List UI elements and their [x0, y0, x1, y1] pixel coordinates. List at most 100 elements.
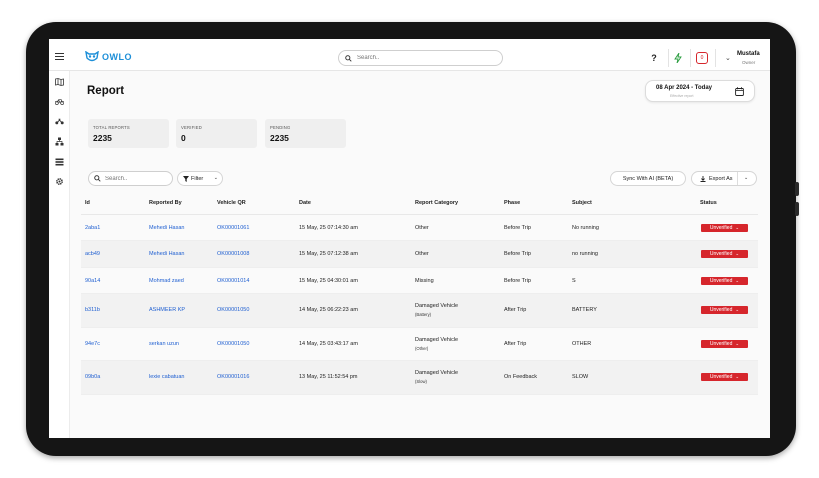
status-dropdown[interactable]: Unverified ⌄ [701, 306, 748, 314]
chevron-down-icon: ⌄ [735, 374, 740, 379]
status-dropdown[interactable]: Unverified ⌄ [701, 277, 748, 285]
table-row[interactable]: 90a14 Mohmad zaed OK00001014 15 May, 25 … [81, 268, 758, 294]
date-range-hint: Effective report [670, 94, 694, 98]
logo-text: OWLO [102, 51, 132, 62]
divider [668, 49, 669, 67]
report-category: Other [415, 225, 429, 231]
map-icon[interactable] [55, 77, 64, 86]
chevron-down-icon[interactable]: ⌄ [725, 54, 731, 62]
status-label: Unverified [709, 251, 733, 257]
col-header-vehicle-qr[interactable]: Vehicle QR [217, 200, 246, 206]
reports-table: Id Reported By Vehicle QR Date Report Ca… [81, 193, 758, 395]
sync-ai-button[interactable]: Sync With AI (BETA) [610, 171, 686, 186]
status-label: Unverified [709, 374, 733, 380]
stat-total-reports: TOTAL REPORTS 2235 [88, 119, 169, 148]
report-id-link[interactable]: acb49 [85, 251, 100, 257]
reporter-link[interactable]: Mohmad zaed [149, 278, 184, 284]
col-header-phase[interactable]: Phase [504, 200, 520, 206]
stat-verified: VERIFIED 0 [176, 119, 257, 148]
report-subject: OTHER [572, 341, 592, 347]
col-header-reported-by[interactable]: Reported By [149, 200, 182, 206]
top-bar: OWLO ? 0 ⌄ Mustafa Owner [49, 39, 770, 71]
hamburger-icon[interactable] [55, 53, 64, 60]
reporter-link[interactable]: ASHMEER KP [149, 307, 185, 313]
divider [715, 49, 716, 67]
owl-logo-icon [85, 51, 99, 62]
motorbike-icon[interactable] [55, 117, 64, 126]
network-icon[interactable] [55, 137, 64, 146]
col-header-date[interactable]: Date [299, 200, 311, 206]
global-search[interactable] [338, 50, 503, 66]
gear-icon[interactable] [55, 177, 64, 186]
download-icon [700, 175, 706, 182]
report-subject: SLOW [572, 374, 589, 380]
report-category: Damaged Vehicle (Battery) [415, 303, 458, 317]
report-search-input[interactable] [105, 175, 160, 182]
col-header-report-category[interactable]: Report Category [415, 200, 458, 206]
app-logo[interactable]: OWLO [85, 51, 132, 62]
report-phase: On Feedback [504, 374, 538, 380]
report-subject: No running [572, 225, 599, 231]
report-id-link[interactable]: 90a14 [85, 278, 100, 284]
category-detail: (Other) [415, 346, 429, 351]
bolt-icon[interactable] [670, 50, 686, 66]
col-header-status[interactable]: Status [700, 200, 717, 206]
col-header-subject[interactable]: Subject [572, 200, 592, 206]
reporter-link[interactable]: Mehedi Hasan [149, 251, 184, 257]
filter-button[interactable]: Filter ⌄ [177, 171, 223, 186]
calendar-icon [735, 87, 744, 96]
vehicle-qr-link[interactable]: OK00001016 [217, 374, 249, 380]
status-dropdown[interactable]: Unverified ⌄ [701, 373, 748, 381]
user-name[interactable]: Mustafa [737, 51, 760, 57]
stat-value: 0 [181, 133, 186, 143]
help-button[interactable]: ? [646, 50, 662, 66]
report-search[interactable] [88, 171, 173, 186]
table-header: Id Reported By Vehicle QR Date Report Ca… [81, 193, 758, 215]
reporter-link[interactable]: Mehedi Hasan [149, 225, 184, 231]
export-button[interactable]: Export As ⌄ [691, 171, 757, 186]
vehicle-qr-link[interactable]: OK00001061 [217, 225, 249, 231]
date-range-picker[interactable]: 08 Apr 2024 - Today Effective report [645, 80, 755, 102]
global-search-input[interactable] [357, 55, 477, 61]
report-category: Damaged Vehicle (Slow) [415, 370, 458, 384]
bicycle-icon[interactable] [55, 97, 64, 106]
reporter-link[interactable]: serkan uzun [149, 341, 179, 347]
table-row[interactable]: 2aba1 Mehedi Hasan OK00001061 15 May, 25… [81, 215, 758, 241]
stat-label: VERIFIED [181, 125, 202, 130]
table-row[interactable]: acb49 Mehedi Hasan OK00001008 15 May, 25… [81, 241, 758, 268]
category-detail: (Slow) [415, 379, 427, 384]
table-row[interactable]: 09b0a lexie cabatuan OK00001016 13 May, … [81, 361, 758, 395]
user-role: Owner [742, 60, 756, 65]
report-date: 13 May, 25 11:52:54 pm [299, 374, 358, 380]
status-dropdown[interactable]: Unverified ⌄ [701, 224, 748, 232]
report-date: 15 May, 25 04:30:01 am [299, 278, 358, 284]
category-detail: (Battery) [415, 312, 432, 317]
report-date: 15 May, 25 07:14:30 am [299, 225, 358, 231]
vehicle-qr-link[interactable]: OK00001050 [217, 307, 249, 313]
table-row[interactable]: 94e7c serkan uzun OK00001050 14 May, 25 … [81, 328, 758, 361]
status-label: Unverified [709, 278, 733, 284]
chevron-down-icon: ⌄ [735, 341, 740, 346]
category-name: Damaged Vehicle [415, 337, 459, 343]
col-header-id[interactable]: Id [85, 200, 90, 206]
report-id-link[interactable]: 2aba1 [85, 225, 100, 231]
vehicle-qr-link[interactable]: OK00001008 [217, 251, 249, 257]
report-id-link[interactable]: 94e7c [85, 341, 100, 347]
page-title: Report [87, 85, 125, 97]
notification-button[interactable]: 0 [694, 50, 710, 66]
list-icon[interactable] [55, 157, 64, 166]
status-dropdown[interactable]: Unverified ⌄ [701, 250, 748, 258]
table-row[interactable]: b311b ASHMEER KP OK00001050 14 May, 25 0… [81, 294, 758, 328]
stat-label: TOTAL REPORTS [93, 125, 130, 130]
status-dropdown[interactable]: Unverified ⌄ [701, 340, 748, 348]
report-id-link[interactable]: b311b [85, 307, 100, 313]
side-button [795, 182, 799, 196]
vehicle-qr-link[interactable]: OK00001014 [217, 278, 249, 284]
reporter-link[interactable]: lexie cabatuan [149, 374, 184, 380]
vehicle-qr-link[interactable]: OK00001050 [217, 341, 249, 347]
filter-icon [183, 175, 189, 182]
report-id-link[interactable]: 09b0a [85, 374, 100, 380]
chevron-down-icon[interactable]: ⌄ [744, 175, 748, 181]
chevron-down-icon: ⌄ [735, 225, 740, 230]
stat-value: 2235 [93, 133, 112, 143]
